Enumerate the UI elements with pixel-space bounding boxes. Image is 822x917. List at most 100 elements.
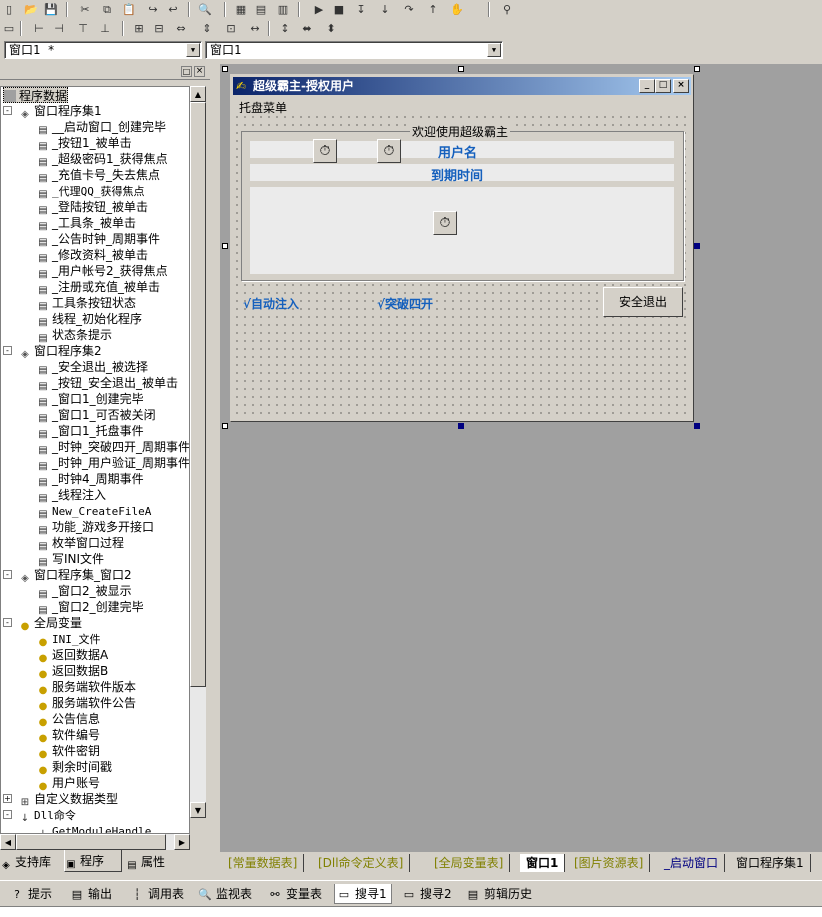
- tree-item[interactable]: ↓ Dll命令: [19, 807, 76, 824]
- tab-document[interactable]: [常量数据表]: [222, 854, 305, 872]
- tree-item[interactable]: ▤ _窗口1_托盘事件: [37, 423, 143, 440]
- tree-item[interactable]: ▤ _超级密码1_获得焦点: [37, 151, 167, 168]
- tree-item[interactable]: ● 全局变量: [19, 615, 82, 632]
- resize-handle[interactable]: [694, 423, 700, 429]
- maximize-icon[interactable]: □: [655, 79, 671, 93]
- menu-tray[interactable]: 托盘菜单: [239, 99, 287, 116]
- timer-icon[interactable]: ⏱: [313, 139, 337, 163]
- step-icon[interactable]: ↧: [352, 1, 370, 18]
- hscroll-thumb[interactable]: [16, 834, 166, 850]
- tab-output[interactable]: ▤ 剪辑历史: [464, 884, 532, 904]
- tree-item[interactable]: ◈ 窗口程序集_窗口2: [19, 567, 132, 584]
- chevron-down-icon[interactable]: ▼: [487, 43, 501, 57]
- same-size-icon[interactable]: ⊡: [222, 20, 240, 37]
- tree-horizontal-scrollbar[interactable]: ◀ ▶: [0, 834, 190, 850]
- tree-item[interactable]: ▤ 枚举窗口过程: [37, 535, 124, 552]
- tree-item[interactable]: ▤ _窗口1_可否被关闭: [37, 407, 155, 424]
- tree-item[interactable]: ▤ 工具条按钮状态: [37, 295, 136, 312]
- tree-item[interactable]: ▤ _注册或充值_被单击: [37, 279, 160, 296]
- same-height-icon[interactable]: ⇕: [198, 20, 216, 37]
- timer-icon[interactable]: ⏱: [433, 211, 457, 235]
- find-icon[interactable]: 🔍: [196, 1, 214, 18]
- scroll-up-icon[interactable]: ▲: [190, 86, 206, 102]
- tree-item[interactable]: ▤ __启动窗口_创建完毕: [37, 119, 166, 136]
- collapse-icon[interactable]: -: [3, 618, 12, 627]
- tree-item[interactable]: ● INI_文件: [37, 631, 101, 648]
- new-file-icon[interactable]: ▯: [0, 1, 18, 18]
- tree-item[interactable]: ▤ _线程注入: [37, 487, 106, 504]
- vspace-icon[interactable]: ↕: [276, 20, 294, 37]
- tree-item[interactable]: ● 剩余时间戳: [37, 759, 112, 776]
- tree-item[interactable]: ● 公告信息: [37, 711, 100, 728]
- run-icon[interactable]: ▶: [310, 1, 328, 18]
- tree-item[interactable]: ● 软件密钥: [37, 743, 100, 760]
- resize-handle[interactable]: [694, 243, 700, 249]
- layout-a-icon[interactable]: ▦: [232, 1, 250, 18]
- tab-output[interactable]: 🔍 监视表: [196, 884, 252, 904]
- scroll-right-icon[interactable]: ▶: [174, 834, 190, 850]
- expand-icon[interactable]: +: [3, 794, 12, 803]
- tree-item[interactable]: ↓GetModuleHandle: [37, 823, 152, 833]
- tree-item[interactable]: ● 软件编号: [37, 727, 100, 744]
- minimize-icon[interactable]: _: [639, 79, 655, 93]
- tree-item[interactable]: ▤ _按钮_安全退出_被单击: [37, 375, 178, 392]
- tree-item[interactable]: ▤ 写INI文件: [37, 551, 104, 568]
- tree-item[interactable]: ▤ _登陆按钮_被单击: [37, 199, 148, 216]
- tree-item[interactable]: ◈ 窗口程序集1: [19, 103, 102, 120]
- tab-support-library[interactable]: ◈ 支持库: [0, 852, 64, 872]
- tab-properties[interactable]: ▤ 属性: [126, 852, 186, 872]
- center-v-icon[interactable]: ⬍: [322, 20, 340, 37]
- layout-c-icon[interactable]: ▥: [274, 1, 292, 18]
- scroll-thumb[interactable]: [190, 102, 206, 687]
- tree-item[interactable]: ● 用户账号: [37, 775, 100, 792]
- collapse-icon[interactable]: -: [3, 810, 12, 819]
- tab-document[interactable]: _启动窗口: [658, 854, 726, 872]
- tree-item[interactable]: ▤ _按钮1_被单击: [37, 135, 131, 152]
- output-pane[interactable]: [0, 906, 822, 917]
- restore-icon[interactable]: □: [181, 66, 192, 77]
- tab-document[interactable]: 窗口1: [520, 854, 566, 872]
- collapse-icon[interactable]: -: [3, 346, 12, 355]
- tab-output[interactable]: ┆ 调用表: [128, 884, 184, 904]
- align-center-icon[interactable]: ⊣: [50, 20, 68, 37]
- tree-item[interactable]: ▤ _时钟_突破四开_周期事件: [37, 439, 189, 456]
- tree-item[interactable]: ◈ 窗口程序集2: [19, 343, 102, 360]
- tree-item[interactable]: ▤ New_CreateFileA: [37, 503, 151, 520]
- undo-icon[interactable]: ↩: [164, 1, 182, 18]
- hspace-icon[interactable]: ↔: [246, 20, 264, 37]
- tab-output[interactable]: ▭ 搜寻1: [334, 884, 392, 904]
- tree-item[interactable]: ▤ 状态条提示: [37, 327, 112, 344]
- resize-handle[interactable]: [458, 423, 464, 429]
- tree-item[interactable]: ▤ _时钟4_周期事件: [37, 471, 143, 488]
- align-top-icon[interactable]: ⊥: [96, 20, 114, 37]
- tree-item[interactable]: ● 返回数据B: [37, 663, 109, 680]
- tree-vertical-scrollbar[interactable]: ▲ ▼: [190, 86, 206, 818]
- project-tree[interactable]: 程序数据 - ◈ 窗口程序集1 ▤ __启动窗口_创建完毕 ▤ _按钮1_被单击 ▤ _超级密码…: [0, 86, 190, 834]
- form-icon[interactable]: ▭: [0, 20, 18, 37]
- scroll-down-icon[interactable]: ▼: [190, 802, 206, 818]
- layout-b-icon[interactable]: ▤: [252, 1, 270, 18]
- tab-document[interactable]: [Dll命令定义表]: [312, 854, 411, 872]
- open-folder-icon[interactable]: 📂: [22, 1, 40, 18]
- form-client-area[interactable]: 托盘菜单 欢迎使用超级霸主 用户名 到期时间 ⏱ ⏱ ⏱ √自动注入 √突破四开…: [233, 97, 691, 419]
- close-icon[interactable]: ×: [194, 66, 205, 77]
- resize-handle[interactable]: [222, 66, 228, 72]
- expire-header[interactable]: 到期时间: [250, 164, 674, 184]
- tree-item[interactable]: ▤ _公告时钟_周期事件: [37, 231, 160, 248]
- binoculars-icon[interactable]: ⚲: [498, 1, 516, 18]
- tree-item[interactable]: ▤ _工具条_被单击: [37, 215, 136, 232]
- align-left-icon[interactable]: ⊢: [30, 20, 48, 37]
- same-width-icon[interactable]: ⇔: [172, 20, 190, 37]
- tree-item[interactable]: ▤ _时钟_用户验证_周期事件: [37, 455, 189, 472]
- designer-form-window[interactable]: ✍ 超级霸主-授权用户 _ □ × 托盘菜单 欢迎使用超级霸主 用户名 到期时间…: [230, 74, 694, 422]
- redo-icon[interactable]: ↪: [144, 1, 162, 18]
- tree-item[interactable]: ▤ _充值卡号_失去焦点: [37, 167, 160, 184]
- tab-output[interactable]: ? 提示: [8, 884, 52, 904]
- event-select[interactable]: 窗口1 ▼: [205, 41, 503, 59]
- tab-output[interactable]: ▭ 搜寻2: [400, 884, 452, 904]
- tree-item[interactable]: ▤ _用户帐号2_获得焦点: [37, 263, 167, 280]
- tree-item[interactable]: ▤ _窗口2_创建完毕: [37, 599, 143, 616]
- tab-document[interactable]: 窗口程序集1: [730, 854, 811, 872]
- scroll-left-icon[interactable]: ◀: [0, 834, 16, 850]
- tree-item[interactable]: ▤ _安全退出_被选择: [37, 359, 148, 376]
